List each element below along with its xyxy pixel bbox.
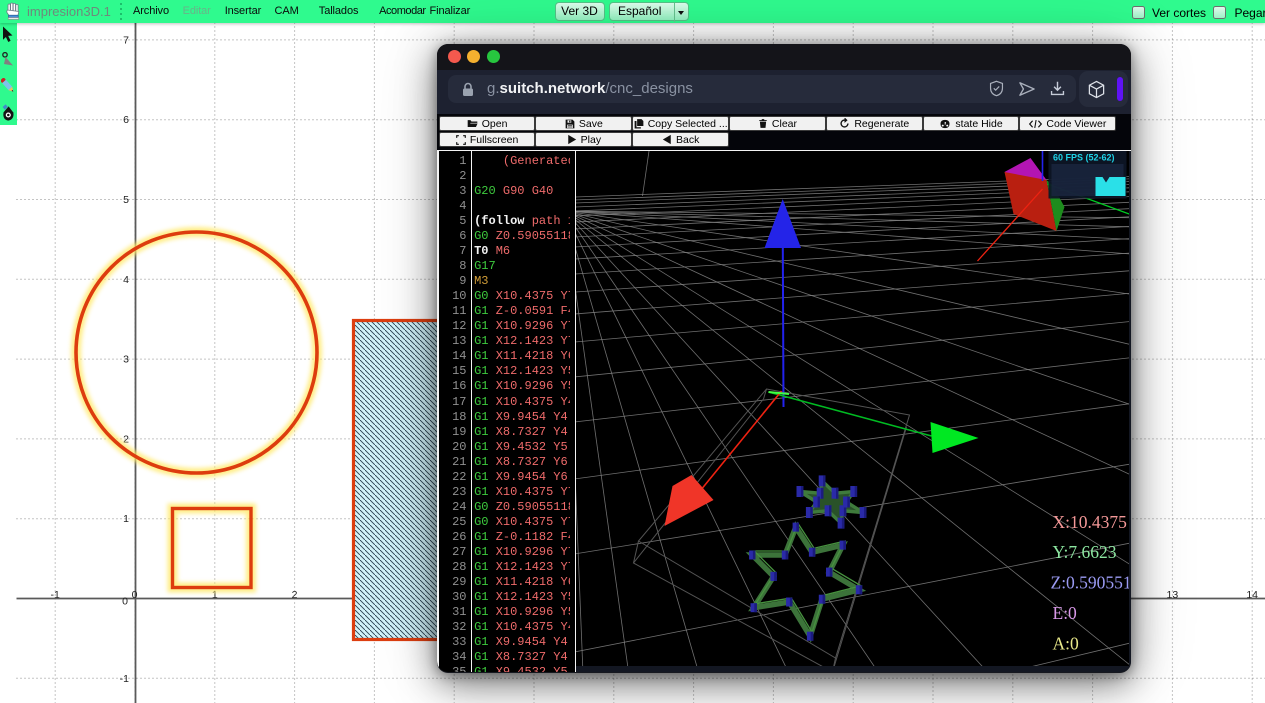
svg-text:3: 3: [123, 354, 129, 366]
svg-text:1: 1: [123, 513, 129, 525]
svg-text:4: 4: [123, 274, 129, 286]
svg-text:60 FPS (52-62): 60 FPS (52-62): [1053, 153, 1115, 163]
svg-text:14: 14: [1246, 589, 1258, 601]
svg-text:5: 5: [123, 194, 129, 206]
svg-text:Z:0.590551: Z:0.590551: [1050, 573, 1129, 593]
svg-text:A:0: A:0: [1052, 634, 1079, 654]
svg-text:0: 0: [132, 589, 138, 601]
svg-text:-1: -1: [51, 589, 60, 601]
svg-text:X:10.4375: X:10.4375: [1052, 512, 1127, 532]
svg-text:2: 2: [292, 589, 298, 601]
svg-text:13: 13: [1167, 589, 1179, 601]
svg-text:E:0: E:0: [1052, 603, 1077, 623]
svg-text:-1: -1: [120, 673, 129, 685]
svg-text:Y:7.6623: Y:7.6623: [1052, 542, 1116, 562]
svg-text:7: 7: [123, 34, 129, 46]
svg-text:6: 6: [123, 114, 129, 126]
svg-text:0: 0: [122, 596, 128, 608]
